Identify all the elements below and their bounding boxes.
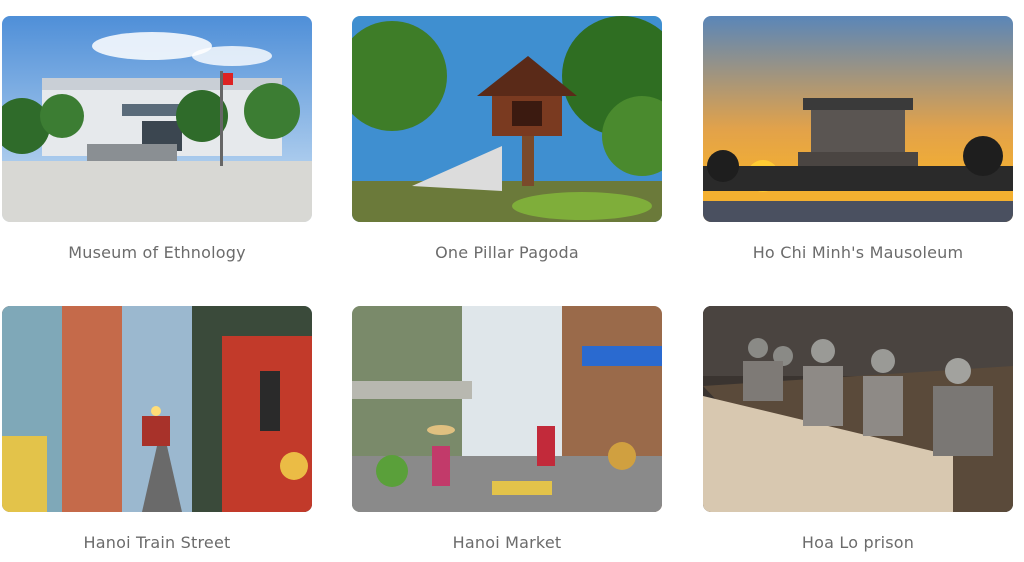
attraction-name[interactable]: One Pillar Pagoda xyxy=(352,243,662,262)
mausoleum-illustration xyxy=(703,16,1013,222)
attraction-name[interactable]: Museum of Ethnology xyxy=(2,243,312,262)
attraction-name[interactable]: Hoa Lo prison xyxy=(703,533,1013,552)
market-illustration xyxy=(352,306,662,512)
museum-illustration xyxy=(2,16,312,222)
hoa-lo-prison-photo[interactable] xyxy=(703,306,1013,512)
hanoi-train-street-photo[interactable] xyxy=(2,306,312,512)
one-pillar-pagoda-photo[interactable] xyxy=(352,16,662,222)
train-street-illustration xyxy=(2,306,312,512)
attractions-grid: Museum of Ethnology One Pillar Pagoda Ho… xyxy=(0,0,1024,562)
hanoi-market-photo[interactable] xyxy=(352,306,662,512)
prison-illustration xyxy=(703,306,1013,512)
attraction-name[interactable]: Hanoi Train Street xyxy=(2,533,312,552)
attraction-name[interactable]: Ho Chi Minh's Mausoleum xyxy=(703,243,1013,262)
attraction-name[interactable]: Hanoi Market xyxy=(352,533,662,552)
pagoda-illustration xyxy=(352,16,662,222)
ho-chi-minh-mausoleum-photo[interactable] xyxy=(703,16,1013,222)
museum-of-ethnology-photo[interactable] xyxy=(2,16,312,222)
